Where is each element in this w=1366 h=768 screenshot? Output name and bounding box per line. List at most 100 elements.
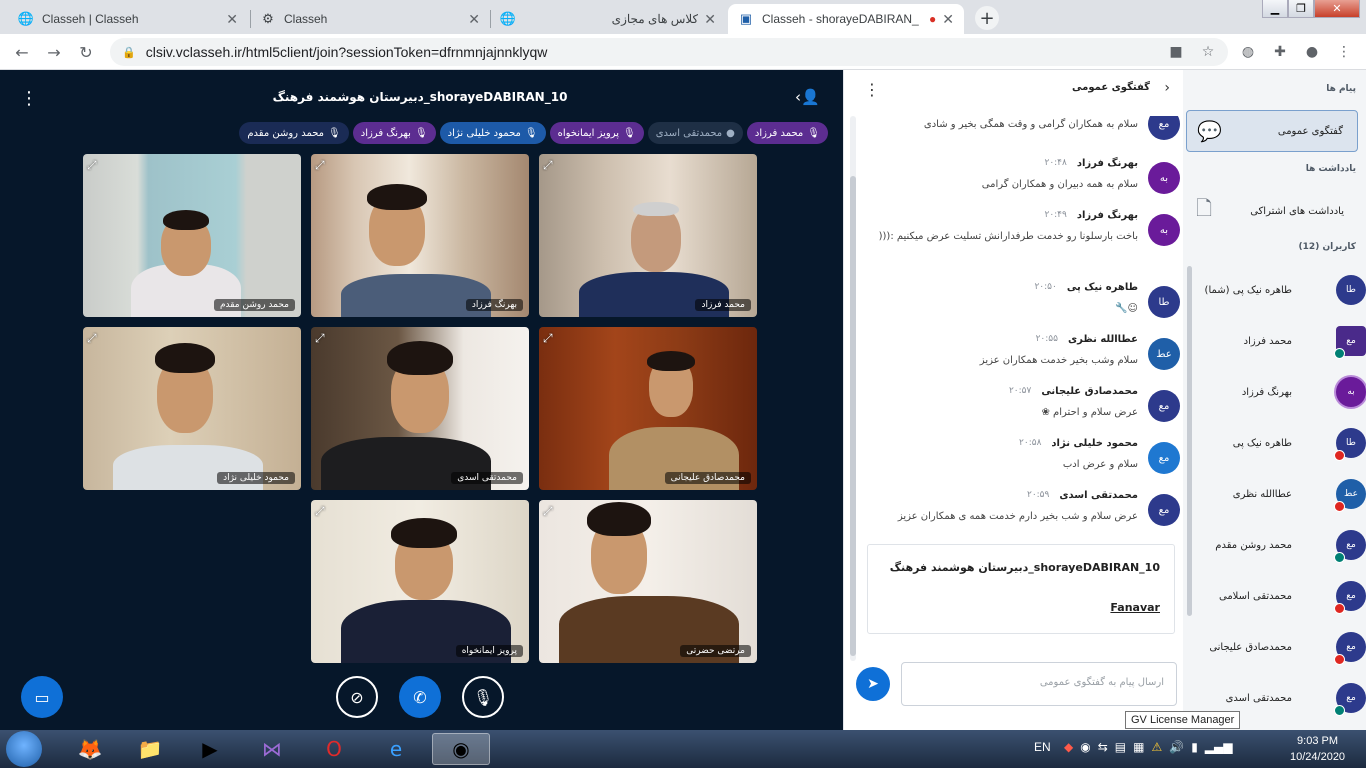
user-item[interactable]: مع محمد روشن مقدم: [1191, 525, 1366, 565]
display-icon[interactable]: ▤: [1115, 740, 1126, 754]
video-tile[interactable]: ⤢ محمد روشن مقدم: [83, 154, 301, 317]
volume-icon[interactable]: 🔊: [1169, 740, 1184, 754]
forward-icon[interactable]: →: [42, 40, 66, 64]
network-app-icon[interactable]: ⇆: [1098, 740, 1108, 754]
talker-chip[interactable]: 🎙 پرویز ایمانخواه: [549, 122, 644, 144]
chrome-icon[interactable]: ◉: [432, 733, 490, 765]
user-list-toggle-icon[interactable]: ‹👤: [795, 88, 820, 106]
document-icon: 🗋: [1196, 196, 1213, 220]
fullscreen-icon[interactable]: ⤢: [315, 158, 325, 173]
notes-heading: یادداشت ها: [1305, 164, 1356, 174]
phone-icon: ✆: [413, 687, 427, 707]
video-tile[interactable]: ⤢ محمدتقی اسدی: [311, 327, 529, 490]
browser-tab[interactable]: 🌐 Classeh | Classeh ✕: [8, 4, 248, 34]
fullscreen-icon[interactable]: ⤢: [315, 331, 325, 346]
recording-icon: ●: [929, 12, 937, 26]
welcome-message: shorayeDABIRAN_10_دبیرستان هوشمند فرهنگ …: [867, 544, 1175, 634]
fullscreen-icon[interactable]: ⤢: [543, 158, 553, 173]
close-window-button[interactable]: ✕: [1314, 0, 1360, 18]
camera-off-icon: ⊘: [350, 687, 364, 707]
back-icon[interactable]: ←: [10, 40, 34, 64]
camera-icon[interactable]: ■: [1166, 42, 1186, 62]
scrollbar-thumb[interactable]: [850, 176, 856, 656]
fullscreen-icon[interactable]: ⤢: [543, 504, 553, 519]
close-tab-icon[interactable]: ✕: [704, 11, 716, 28]
fullscreen-icon[interactable]: ⤢: [543, 331, 553, 346]
shared-notes-item[interactable]: یادداشت های اشتراکی 🗋: [1186, 190, 1358, 232]
audio-button[interactable]: ✆: [399, 676, 441, 718]
windows-icon[interactable]: ▦: [1133, 740, 1144, 754]
language-indicator[interactable]: EN: [1034, 740, 1051, 754]
user-item[interactable]: طا طاهره نیک پی (شما): [1191, 270, 1366, 310]
browser-tab-active[interactable]: ▣ Classeh - shorayeDABIRAN_ ● ✕: [728, 4, 964, 34]
talker-chip[interactable]: 🎙 محمد فرزاد: [746, 122, 828, 144]
video-area: ⋮ shorayeDABIRAN_10_دبیرستان هوشمند فرهن…: [0, 70, 843, 730]
user-item[interactable]: مع محمدتقی اسلامی: [1191, 576, 1366, 616]
restore-button[interactable]: ❐: [1288, 0, 1314, 18]
video-tile[interactable]: ⤢ محمود خلیلی نژاد: [83, 327, 301, 490]
clock[interactable]: 9:03 PM 10/24/2020: [1290, 733, 1345, 765]
person-hair: [587, 502, 651, 536]
chrome-tray-icon[interactable]: ◉: [1080, 740, 1090, 754]
mic-icon: 🎙: [414, 127, 428, 139]
public-chat-item[interactable]: گفتگوی عمومی 💬: [1186, 110, 1358, 152]
close-tab-icon[interactable]: ✕: [226, 11, 238, 28]
options-menu-icon[interactable]: ⋮: [20, 88, 38, 109]
reload-icon[interactable]: ↻: [74, 40, 98, 64]
video-tile[interactable]: ⤢ پرویز ایمانخواه: [311, 500, 529, 663]
user-item[interactable]: به بهرنگ فرزاد: [1191, 372, 1366, 412]
url-field[interactable]: 🔒 clsiv.vclasseh.ir/html5client/join?ses…: [110, 38, 1228, 66]
video-off-button[interactable]: ⊘: [336, 676, 378, 718]
internet-explorer-icon[interactable]: e: [372, 733, 420, 765]
close-tab-icon[interactable]: ✕: [468, 11, 480, 28]
chat-options-icon[interactable]: ⋮: [864, 80, 880, 99]
globe-icon: 🌐: [17, 11, 35, 26]
signal-icon[interactable]: ▂▄▆: [1205, 740, 1233, 754]
avatar: به: [1148, 162, 1180, 194]
chat-scrollbar[interactable]: [850, 116, 856, 661]
user-item[interactable]: عط عطاالله نظری: [1191, 474, 1366, 514]
talker-chip[interactable]: 🎙 بهرنگ فرزاد: [352, 122, 436, 144]
video-tile[interactable]: ⤢ بهرنگ فرزاد: [311, 154, 529, 317]
user-item[interactable]: مع محمدصادق علیجانی: [1191, 627, 1366, 667]
bookmark-star-icon[interactable]: ☆: [1198, 42, 1218, 62]
fullscreen-icon[interactable]: ⤢: [87, 158, 97, 173]
close-tab-icon[interactable]: ✕: [942, 11, 954, 28]
file-explorer-icon[interactable]: 📁: [126, 733, 174, 765]
extensions-icon[interactable]: ✚: [1270, 42, 1290, 62]
fullscreen-icon[interactable]: ⤢: [315, 504, 325, 519]
tray-app-icon[interactable]: ◆: [1064, 740, 1073, 754]
presentation-button[interactable]: ▭: [21, 676, 63, 718]
media-player-icon[interactable]: ▶: [186, 733, 234, 765]
opera-icon[interactable]: O: [310, 733, 358, 765]
send-button[interactable]: ➤: [856, 667, 890, 701]
chat-message-input[interactable]: ارسال پیام به گفتگوی عمومی: [901, 662, 1177, 706]
extension-globe-icon[interactable]: ◍: [1238, 42, 1258, 62]
chevron-left-icon[interactable]: ‹: [1164, 80, 1170, 96]
fullscreen-icon[interactable]: ⤢: [87, 331, 97, 346]
browser-tab[interactable]: ⚙ Classeh ✕: [250, 4, 490, 34]
chrome-menu-icon[interactable]: ⋮: [1334, 42, 1354, 62]
mute-button[interactable]: 🎙: [462, 676, 504, 718]
new-tab-button[interactable]: +: [975, 6, 999, 30]
browser-tab[interactable]: 🌐 کلاس های مجازی ✕: [490, 4, 726, 34]
video-tile[interactable]: ⤢ مرتضی حضرتی: [539, 500, 757, 663]
video-tile[interactable]: ⤢ محمدصادق علیجانی: [539, 327, 757, 490]
talker-chip[interactable]: ● محمدتقی اسدی: [647, 122, 743, 144]
user-item[interactable]: مع محمد فرزاد: [1191, 321, 1366, 361]
video-tile[interactable]: ⤢ محمد فرزاد: [539, 154, 757, 317]
start-button[interactable]: [6, 731, 42, 767]
visual-studio-icon[interactable]: ⋈: [248, 733, 296, 765]
firefox-icon[interactable]: 🦊: [66, 733, 114, 765]
minimize-button[interactable]: ▁: [1262, 0, 1288, 18]
talker-chip[interactable]: 🎙 محمد روشن مقدم: [239, 122, 349, 144]
welcome-link[interactable]: Fanavar: [1110, 601, 1160, 614]
avatar: مع: [1148, 494, 1180, 526]
warning-icon[interactable]: ⚠: [1151, 740, 1162, 754]
mic-icon: 🎙: [328, 127, 341, 139]
battery-icon[interactable]: ▮: [1191, 740, 1198, 754]
taskbar: 🦊 📁 ▶ ⋈ O e ◉ EN ◆ ◉ ⇆ ▤ ▦ ⚠ 🔊 ▮ ▂▄▆ 9:0…: [0, 730, 1366, 768]
profile-icon[interactable]: ●: [1302, 42, 1322, 62]
user-item[interactable]: طا طاهره نیک پی: [1191, 423, 1366, 463]
talker-chip[interactable]: 🎙 محمود خلیلی نژاد: [439, 122, 546, 144]
